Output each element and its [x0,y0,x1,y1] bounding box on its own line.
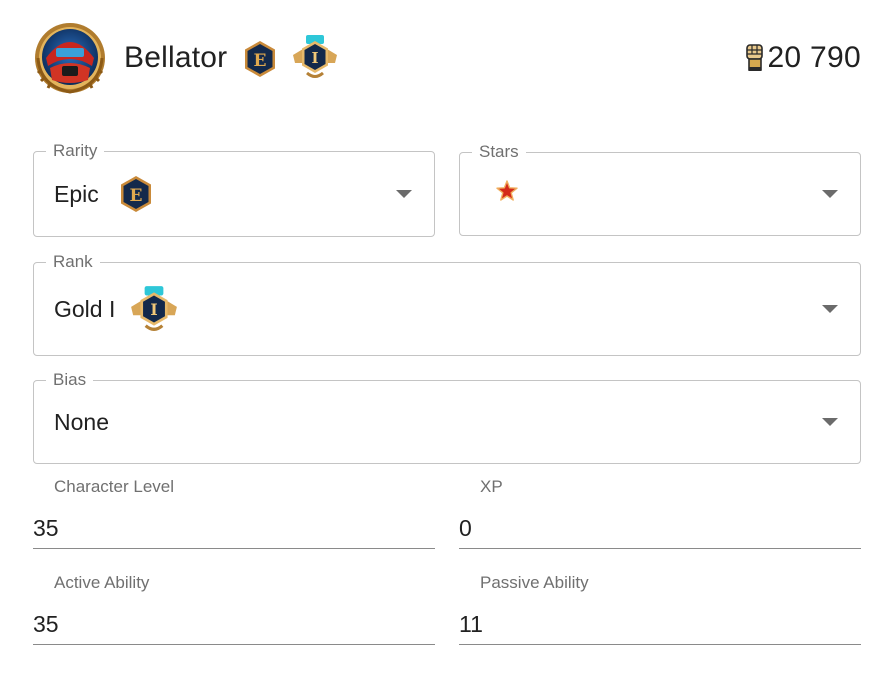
character-level-field: Character Level 35 [33,477,435,561]
chevron-down-icon[interactable] [396,190,412,198]
active-ability-label: Active Ability [54,573,150,592]
active-ability-field: Active Ability 35 [33,573,435,657]
xp-underline [459,548,861,549]
power-value: 20 790 [767,41,861,74]
epic-rarity-icon: E [243,40,277,78]
character-level-underline [33,548,435,549]
svg-text:E: E [129,186,142,206]
active-ability-underline [33,644,435,645]
character-level-input[interactable]: 35 [33,514,435,542]
epic-rarity-icon: E [119,175,153,213]
stars-label: Stars [472,142,526,162]
bias-label: Bias [46,370,94,390]
xp-input[interactable]: 0 [459,514,861,542]
chevron-down-icon[interactable] [822,418,838,426]
gold-rank-icon: I [291,33,339,81]
rank-value-text: Gold I [54,296,116,322]
rarity-value-text: Epic [54,181,99,207]
rarity-select[interactable]: Rarity Epic E [33,141,435,237]
character-level-label: Character Level [54,477,175,496]
rank-select[interactable]: Rank Gold I I [33,252,861,356]
passive-ability-label: Passive Ability [480,573,589,592]
svg-text:E: E [254,51,267,71]
bias-value-text: None [54,409,109,435]
rarity-selected-value: Epic E [54,175,153,213]
red-star-icon [496,180,518,202]
gold-rank-icon: I [129,284,179,334]
character-header: Bellator E I 20 790 [0,0,889,120]
svg-text:I: I [311,49,318,67]
character-name: Bellator [124,41,228,74]
rank-label: Rank [46,252,100,272]
bias-select[interactable]: Bias None [33,370,861,464]
rank-selected-value: Gold I I [54,284,179,334]
chevron-down-icon[interactable] [822,190,838,198]
svg-text:I: I [151,300,158,319]
xp-field: XP 0 [459,477,861,561]
passive-ability-underline [459,644,861,645]
rarity-label: Rarity [46,141,105,161]
passive-ability-field: Passive Ability 11 [459,573,861,657]
stars-select[interactable]: Stars [459,142,861,236]
bias-selected-value: None [54,408,109,436]
passive-ability-input[interactable]: 11 [459,610,861,638]
chevron-down-icon[interactable] [822,305,838,313]
character-portrait-icon [32,22,108,94]
active-ability-input[interactable]: 35 [33,610,435,638]
power-rating: 20 790 [743,40,861,76]
xp-label: XP [480,477,503,496]
fist-power-icon [743,43,767,73]
